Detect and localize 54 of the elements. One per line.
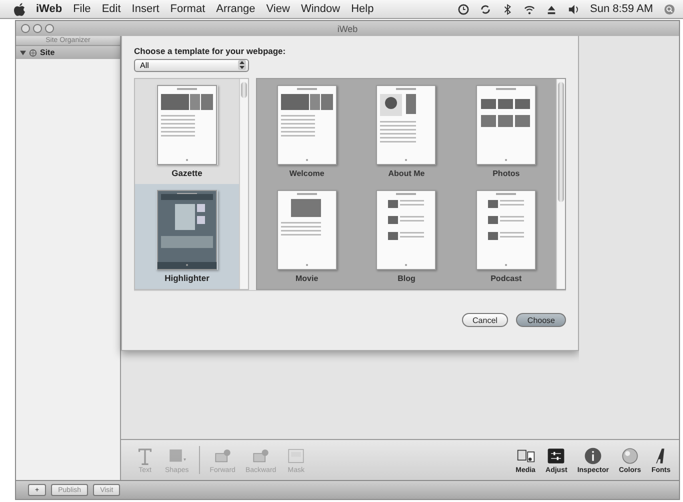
page-template-item[interactable]: Blog <box>356 190 456 283</box>
menu-bar-clock[interactable]: Sun 8:59 AM <box>590 3 653 15</box>
menu-item[interactable]: Edit <box>102 3 121 15</box>
wifi-icon[interactable] <box>524 4 535 14</box>
menu-item[interactable]: Arrange <box>216 3 256 15</box>
scroll-thumb[interactable] <box>241 82 247 98</box>
shapes-icon <box>166 446 187 464</box>
bluetooth-icon[interactable] <box>502 4 513 14</box>
search-icon[interactable] <box>664 4 675 14</box>
apple-logo-icon[interactable] <box>14 2 25 16</box>
clock-icon[interactable] <box>458 4 469 14</box>
inspector-icon <box>583 446 604 464</box>
sidebar-item[interactable]: Site <box>16 46 120 59</box>
theme-name: Highlighter <box>164 272 210 283</box>
forward-icon <box>212 446 233 464</box>
globe-icon <box>29 48 37 56</box>
page-template-name: About Me <box>388 168 425 178</box>
adjust-icon <box>546 446 566 464</box>
menu-item[interactable]: Help <box>351 3 374 15</box>
theme-item[interactable]: Highlighter <box>135 184 239 289</box>
page-template-item[interactable]: Movie <box>257 190 357 283</box>
scroll-thumb[interactable] <box>558 82 564 202</box>
volume-icon[interactable] <box>568 4 579 14</box>
sheet-prompt: Choose a template for your webpage: <box>134 46 287 56</box>
page-template-item[interactable]: Photos <box>456 84 556 178</box>
filter-dropdown[interactable]: All <box>134 59 249 72</box>
sheet-button[interactable]: Choose <box>516 313 566 328</box>
menu-item[interactable]: Window <box>300 3 340 15</box>
page-template-name: Movie <box>295 274 318 283</box>
eject-icon[interactable] <box>546 4 557 14</box>
menu-item[interactable]: View <box>266 3 290 15</box>
theme-item[interactable]: Gazette <box>135 78 239 184</box>
page-template-name: Welcome <box>289 168 324 178</box>
scrollbar[interactable] <box>556 78 565 289</box>
dropdown-arrows-icon <box>238 60 246 70</box>
menu-item[interactable]: Insert <box>132 3 160 15</box>
sheet-button[interactable]: Cancel <box>462 313 508 328</box>
menu-item[interactable]: File <box>73 3 91 15</box>
sync-icon[interactable] <box>480 4 491 14</box>
backward-icon <box>250 446 271 464</box>
window-title: iWeb <box>337 24 358 34</box>
page-template-item[interactable]: About Me <box>356 84 456 178</box>
disclosure-triangle-icon[interactable] <box>20 50 26 56</box>
mask-icon <box>286 446 306 464</box>
theme-name: Gazette <box>172 168 202 178</box>
page-template-name: Photos <box>492 168 520 178</box>
page-template-item[interactable]: Welcome <box>257 84 357 178</box>
scrollbar[interactable] <box>239 78 248 289</box>
colors-icon <box>620 446 640 464</box>
page-template-name: Podcast <box>490 274 522 283</box>
menu-item[interactable]: Format <box>170 3 206 15</box>
page-template-name: Blog <box>398 274 416 283</box>
menu-item[interactable]: iWeb <box>36 3 62 15</box>
page-template-item[interactable]: Podcast <box>456 190 556 283</box>
